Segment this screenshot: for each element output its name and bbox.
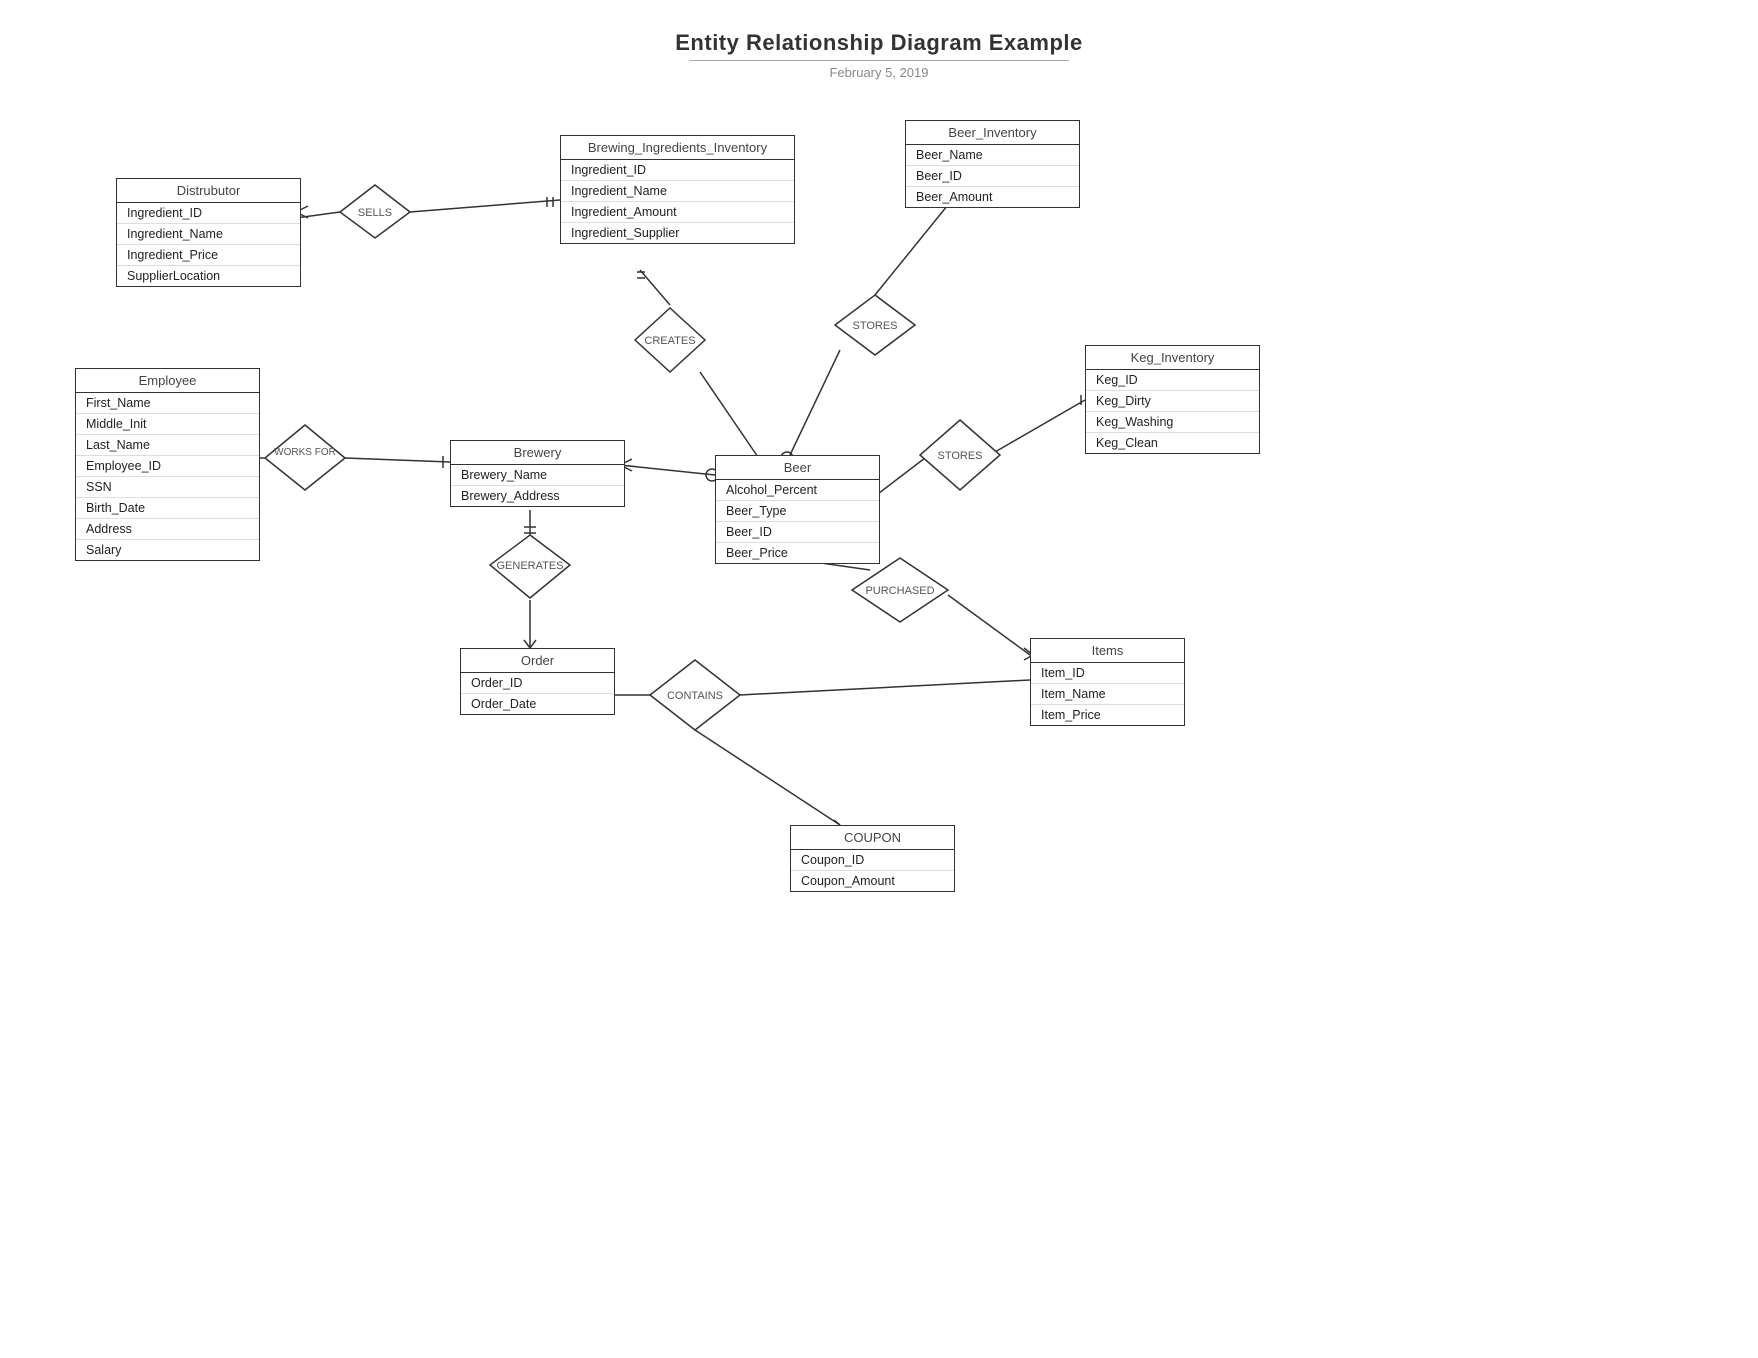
entity-employee-attrs: First_Name Middle_Init Last_Name Employe…	[76, 393, 259, 560]
svg-text:PURCHASED: PURCHASED	[865, 585, 934, 597]
entity-beer-inv-header: Beer_Inventory	[906, 121, 1079, 145]
attr-ingredient-id2: Ingredient_ID	[561, 160, 794, 181]
attr-keg-washing: Keg_Washing	[1086, 412, 1259, 433]
attr-ingredient-amount: Ingredient_Amount	[561, 202, 794, 223]
entity-employee: Employee First_Name Middle_Init Last_Nam…	[75, 368, 260, 561]
entity-order-header: Order	[461, 649, 614, 673]
attr-item-id: Item_ID	[1031, 663, 1184, 684]
entity-coupon-attrs: Coupon_ID Coupon_Amount	[791, 850, 954, 891]
attr-item-name: Item_Name	[1031, 684, 1184, 705]
attr-coupon-amount: Coupon_Amount	[791, 871, 954, 891]
attr-alcohol-percent: Alcohol_Percent	[716, 480, 879, 501]
entity-items-attrs: Item_ID Item_Name Item_Price	[1031, 663, 1184, 725]
attr-item-price: Item_Price	[1031, 705, 1184, 725]
entity-employee-header: Employee	[76, 369, 259, 393]
entity-beer-header: Beer	[716, 456, 879, 480]
attr-keg-id: Keg_ID	[1086, 370, 1259, 391]
attr-salary: Salary	[76, 540, 259, 560]
attr-ingredient-id: Ingredient_ID	[117, 203, 300, 224]
attr-brewery-name: Brewery_Name	[451, 465, 624, 486]
entity-brewery-header: Brewery	[451, 441, 624, 465]
attr-keg-dirty: Keg_Dirty	[1086, 391, 1259, 412]
entity-beer-inv-attrs: Beer_Name Beer_ID Beer_Amount	[906, 145, 1079, 207]
attr-first-name: First_Name	[76, 393, 259, 414]
attr-coupon-id: Coupon_ID	[791, 850, 954, 871]
entity-beer-inv: Beer_Inventory Beer_Name Beer_ID Beer_Am…	[905, 120, 1080, 208]
attr-order-date: Order_Date	[461, 694, 614, 714]
svg-text:CREATES: CREATES	[644, 335, 695, 347]
entity-items-header: Items	[1031, 639, 1184, 663]
entity-items: Items Item_ID Item_Name Item_Price	[1030, 638, 1185, 726]
attr-birth-date: Birth_Date	[76, 498, 259, 519]
attr-beer-id2: Beer_ID	[716, 522, 879, 543]
entity-keg-inv-attrs: Keg_ID Keg_Dirty Keg_Washing Keg_Clean	[1086, 370, 1259, 453]
entity-coupon: COUPON Coupon_ID Coupon_Amount	[790, 825, 955, 892]
entity-brewing-inv-header: Brewing_Ingredients_Inventory	[561, 136, 794, 160]
entity-brewing-inv-attrs: Ingredient_ID Ingredient_Name Ingredient…	[561, 160, 794, 243]
attr-order-id: Order_ID	[461, 673, 614, 694]
svg-text:SELLS: SELLS	[358, 207, 392, 219]
svg-text:STORES: STORES	[852, 320, 897, 332]
svg-text:WORKS FOR: WORKS FOR	[274, 447, 336, 458]
svg-text:GENERATES: GENERATES	[496, 560, 563, 572]
entity-order-attrs: Order_ID Order_Date	[461, 673, 614, 714]
attr-beer-type: Beer_Type	[716, 501, 879, 522]
entity-brewing-inv: Brewing_Ingredients_Inventory Ingredient…	[560, 135, 795, 244]
attr-beer-price: Beer_Price	[716, 543, 879, 563]
attr-keg-clean: Keg_Clean	[1086, 433, 1259, 453]
attr-ssn: SSN	[76, 477, 259, 498]
diagram-container: Entity Relationship Diagram Example Febr…	[0, 0, 1758, 1358]
entity-keg-inv-header: Keg_Inventory	[1086, 346, 1259, 370]
attr-employee-id: Employee_ID	[76, 456, 259, 477]
attr-middle-init: Middle_Init	[76, 414, 259, 435]
attr-beer-id: Beer_ID	[906, 166, 1079, 187]
svg-text:CONTAINS: CONTAINS	[667, 690, 723, 702]
entity-coupon-header: COUPON	[791, 826, 954, 850]
attr-beer-name: Beer_Name	[906, 145, 1079, 166]
entity-distributor: Distrubutor Ingredient_ID Ingredient_Nam…	[116, 178, 301, 287]
attr-ingredient-supplier: Ingredient_Supplier	[561, 223, 794, 243]
attr-address: Address	[76, 519, 259, 540]
attr-ingredient-name: Ingredient_Name	[117, 224, 300, 245]
attr-supplier-location: SupplierLocation	[117, 266, 300, 286]
entity-beer-attrs: Alcohol_Percent Beer_Type Beer_ID Beer_P…	[716, 480, 879, 563]
entity-keg-inv: Keg_Inventory Keg_ID Keg_Dirty Keg_Washi…	[1085, 345, 1260, 454]
svg-text:STORES: STORES	[937, 450, 982, 462]
attr-last-name: Last_Name	[76, 435, 259, 456]
attr-ingredient-name2: Ingredient_Name	[561, 181, 794, 202]
entity-distributor-attrs: Ingredient_ID Ingredient_Name Ingredient…	[117, 203, 300, 286]
attr-ingredient-price: Ingredient_Price	[117, 245, 300, 266]
attr-brewery-address: Brewery_Address	[451, 486, 624, 506]
attr-beer-amount: Beer_Amount	[906, 187, 1079, 207]
entity-distributor-header: Distrubutor	[117, 179, 300, 203]
entity-brewery: Brewery Brewery_Name Brewery_Address	[450, 440, 625, 507]
entity-order: Order Order_ID Order_Date	[460, 648, 615, 715]
entity-beer: Beer Alcohol_Percent Beer_Type Beer_ID B…	[715, 455, 880, 564]
entity-brewery-attrs: Brewery_Name Brewery_Address	[451, 465, 624, 506]
